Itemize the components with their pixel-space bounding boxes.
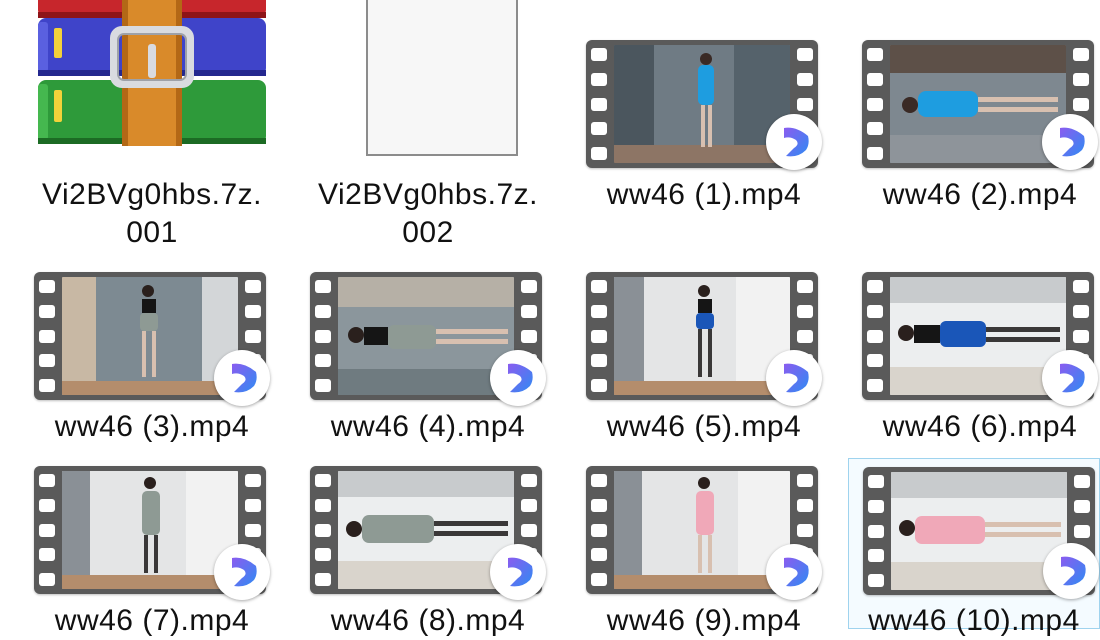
video-player-app-icon: [490, 350, 546, 406]
file-name-label: ww46 (10).mp4: [868, 604, 1080, 637]
file-item-video-5[interactable]: ww46 (5).mp4: [566, 232, 842, 452]
video-thumbnail: [62, 471, 238, 589]
file-item-video-8[interactable]: ww46 (8).mp4: [290, 426, 566, 637]
video-player-app-icon: [1043, 543, 1099, 599]
video-player-app-icon: [766, 544, 822, 600]
file-item-archive-001[interactable]: Vi2BVg0hbs.7z. 001: [14, 0, 290, 250]
video-player-app-icon: [1042, 114, 1098, 170]
file-item-video-4[interactable]: ww46 (4).mp4: [290, 232, 566, 452]
file-item-video-2[interactable]: ww46 (2).mp4: [842, 0, 1100, 230]
file-name-label: ww46 (2).mp4: [882, 178, 1078, 211]
video-thumbnail: [890, 45, 1066, 163]
video-thumbnail: [614, 471, 790, 589]
file-name-label: ww46 (8).mp4: [330, 604, 526, 637]
video-thumbnail: [891, 472, 1067, 590]
video-player-app-icon: [214, 350, 270, 406]
file-name-label: ww46 (7).mp4: [54, 604, 250, 637]
file-item-video-6[interactable]: ww46 (6).mp4: [842, 232, 1100, 452]
video-thumbnail: [890, 277, 1066, 395]
video-thumbnail: [614, 45, 790, 163]
video-player-app-icon: [490, 544, 546, 600]
file-item-video-1[interactable]: ww46 (1).mp4: [566, 0, 842, 230]
blank-document-icon: [366, 0, 518, 156]
video-player-app-icon: [766, 114, 822, 170]
video-thumbnail: [62, 277, 238, 395]
file-item-video-3[interactable]: ww46 (3).mp4: [14, 232, 290, 452]
file-item-video-7[interactable]: ww46 (7).mp4: [14, 426, 290, 637]
video-thumbnail: [338, 471, 514, 589]
file-item-archive-002[interactable]: Vi2BVg0hbs.7z. 002: [290, 0, 566, 250]
file-name-label: ww46 (1).mp4: [606, 178, 802, 211]
file-name-label: ww46 (6).mp4: [882, 410, 1078, 443]
file-item-video-10[interactable]: ww46 (10).mp4: [848, 458, 1100, 637]
video-player-app-icon: [214, 544, 270, 600]
video-thumbnail: [614, 277, 790, 395]
winrar-books-icon: [14, 0, 290, 156]
video-player-app-icon: [766, 350, 822, 406]
video-player-app-icon: [1042, 350, 1098, 406]
video-thumbnail: [338, 277, 514, 395]
file-name-label: ww46 (9).mp4: [606, 604, 802, 637]
file-item-video-9[interactable]: ww46 (9).mp4: [566, 426, 842, 637]
